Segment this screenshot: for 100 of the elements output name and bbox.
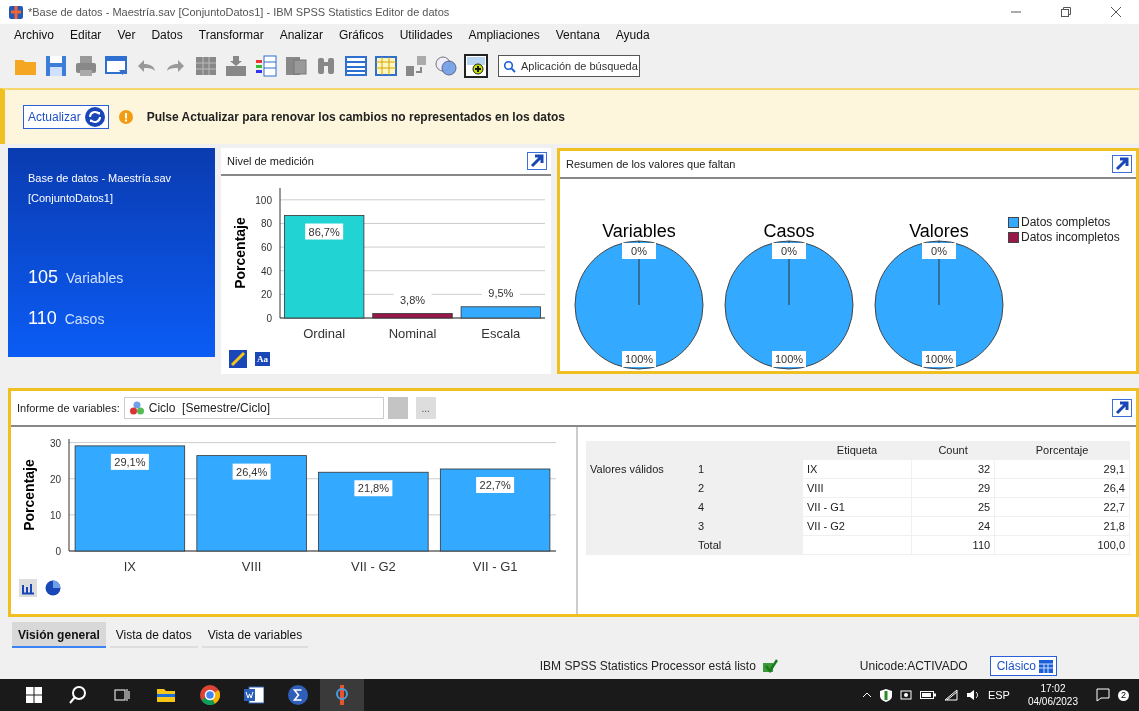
columns-icon[interactable] xyxy=(254,54,278,78)
category-label: Escala xyxy=(481,326,521,341)
row-header: 3 xyxy=(694,516,803,536)
menu-item[interactable]: Gráficos xyxy=(331,28,392,42)
data-label: 100% xyxy=(924,353,954,365)
font-icon[interactable]: Aa xyxy=(255,352,270,366)
row-header: 1 xyxy=(694,459,803,479)
bar-chart-icon[interactable] xyxy=(19,579,37,597)
chart-title: Casos xyxy=(763,221,815,241)
view-tab[interactable]: Vista de datos xyxy=(109,622,198,648)
axis-title: Porcentaje xyxy=(232,217,248,289)
row-header: 2 xyxy=(694,478,803,498)
data-label: 29,1% xyxy=(114,455,146,468)
column-header: Porcentaje xyxy=(994,441,1130,460)
update-button[interactable]: Actualizar xyxy=(23,105,109,129)
axis-tick-label: 0 xyxy=(55,546,61,557)
classic-button[interactable]: Clásico xyxy=(989,656,1057,676)
expand-icon[interactable] xyxy=(527,152,547,170)
data-label: 3,8% xyxy=(399,293,426,306)
save-icon[interactable] xyxy=(44,54,68,78)
data-label: 100% xyxy=(774,353,804,365)
warning-icon xyxy=(118,110,133,124)
axis-tick-label: 40 xyxy=(260,265,272,277)
table-cell: IX xyxy=(802,459,912,479)
menu-item[interactable]: Analizar xyxy=(271,28,331,42)
chevron-up-icon[interactable] xyxy=(861,692,872,698)
axis-tick-label: 30 xyxy=(49,437,61,449)
variable-grid-icon[interactable] xyxy=(374,54,398,78)
edit-icon[interactable] xyxy=(229,350,247,368)
row-group-header: Valores válidos xyxy=(590,463,664,475)
data-label: 86,7% xyxy=(308,225,340,238)
close-icon[interactable] xyxy=(1111,7,1121,17)
notifications-icon[interactable] xyxy=(1096,688,1110,702)
wifi-icon[interactable] xyxy=(943,689,958,701)
stat-value: 105 xyxy=(28,267,59,288)
data-label: 0% xyxy=(931,245,947,257)
category-label: VII - G2 xyxy=(351,559,396,574)
data-label: 26,4% xyxy=(236,465,268,478)
category-label: Nominal xyxy=(388,326,437,341)
view-tab[interactable]: Vista de variables xyxy=(201,622,309,648)
menu-item[interactable]: Archivo xyxy=(6,28,62,42)
panel-title: Nivel de medición xyxy=(227,155,314,167)
category-label: VIII xyxy=(241,559,262,574)
window-icon[interactable] xyxy=(104,54,128,78)
menu-item[interactable]: Ver xyxy=(109,28,144,42)
chart-title: Valores xyxy=(909,221,969,241)
clock[interactable]: 17:02 04/06/2023 xyxy=(1027,682,1078,708)
search-icon xyxy=(503,59,516,73)
unicode-status: Unicode:ACTIVADO xyxy=(859,659,968,673)
data-label: 22,7% xyxy=(479,479,511,491)
menu-item[interactable]: Utilidades xyxy=(391,28,461,42)
menu-item[interactable]: Datos xyxy=(143,28,191,42)
axis-tick-label: 60 xyxy=(260,242,272,254)
table-cell: 32 xyxy=(911,459,995,479)
stat-label: Variables xyxy=(66,270,124,286)
menu-item[interactable]: Editar xyxy=(62,28,110,42)
view-tab[interactable]: Visión general xyxy=(12,622,106,648)
shield-icon[interactable] xyxy=(879,688,892,702)
category-label: IX xyxy=(123,559,136,574)
insert-row-icon[interactable] xyxy=(224,54,248,78)
expand-icon[interactable] xyxy=(1112,399,1132,417)
volume-icon[interactable] xyxy=(965,689,980,701)
meeting-icon[interactable] xyxy=(899,689,912,701)
ready-icon xyxy=(761,659,778,673)
category-label: VII - G1 xyxy=(472,559,518,574)
print-icon[interactable] xyxy=(74,54,98,78)
menu-item[interactable]: Ayuda xyxy=(607,28,658,42)
search-field[interactable]: Aplicación de búsqueda xyxy=(498,55,640,77)
expand-icon[interactable] xyxy=(1112,155,1132,173)
data-label: 0% xyxy=(631,245,647,257)
restore-icon[interactable] xyxy=(1061,7,1071,17)
refresh-icon xyxy=(84,107,105,127)
spss-app-icon[interactable] xyxy=(320,679,364,711)
battery-icon[interactable] xyxy=(919,690,936,700)
menu-item[interactable]: Transformar xyxy=(190,28,272,42)
data-label: 21,8% xyxy=(357,482,389,495)
circles-icon[interactable] xyxy=(434,54,458,78)
split-icon[interactable] xyxy=(284,54,308,78)
legend-label: Datos completos xyxy=(1021,215,1111,229)
add-icon[interactable] xyxy=(464,54,488,78)
value-labels-icon[interactable] xyxy=(404,54,428,78)
menu-item[interactable]: Ventana xyxy=(547,28,608,42)
stat-value: 110 xyxy=(28,308,57,329)
variable-dropdown[interactable]: Ciclo [Semestre/Ciclo] xyxy=(123,397,384,419)
pie-chart-icon[interactable] xyxy=(45,580,61,596)
axis-tick-label: 10 xyxy=(49,509,61,521)
notice-message: Pulse Actualizar para renovar los cambios no representados en los datos xyxy=(146,110,566,124)
data-label: 100% xyxy=(624,353,654,365)
menu-item[interactable]: Ampliaciones xyxy=(460,28,548,42)
stat-label: Casos xyxy=(64,311,105,327)
legend-label: Datos incompletos xyxy=(1021,230,1120,244)
window-title: *Base de datos - Maestría.sav [ConjuntoDatos1] - IBM SPSS Statistics Editor de datos xyxy=(28,6,451,18)
more-button[interactable]: ... xyxy=(415,397,436,419)
app-icon[interactable] xyxy=(8,4,24,20)
axis-tick-label: 0 xyxy=(266,313,272,324)
column-header: Count xyxy=(911,441,995,460)
data-grid-icon[interactable] xyxy=(344,54,368,78)
chart-title: Variables xyxy=(602,221,676,241)
table-icon[interactable] xyxy=(194,54,218,78)
language-indicator[interactable]: ESP xyxy=(987,689,1010,701)
